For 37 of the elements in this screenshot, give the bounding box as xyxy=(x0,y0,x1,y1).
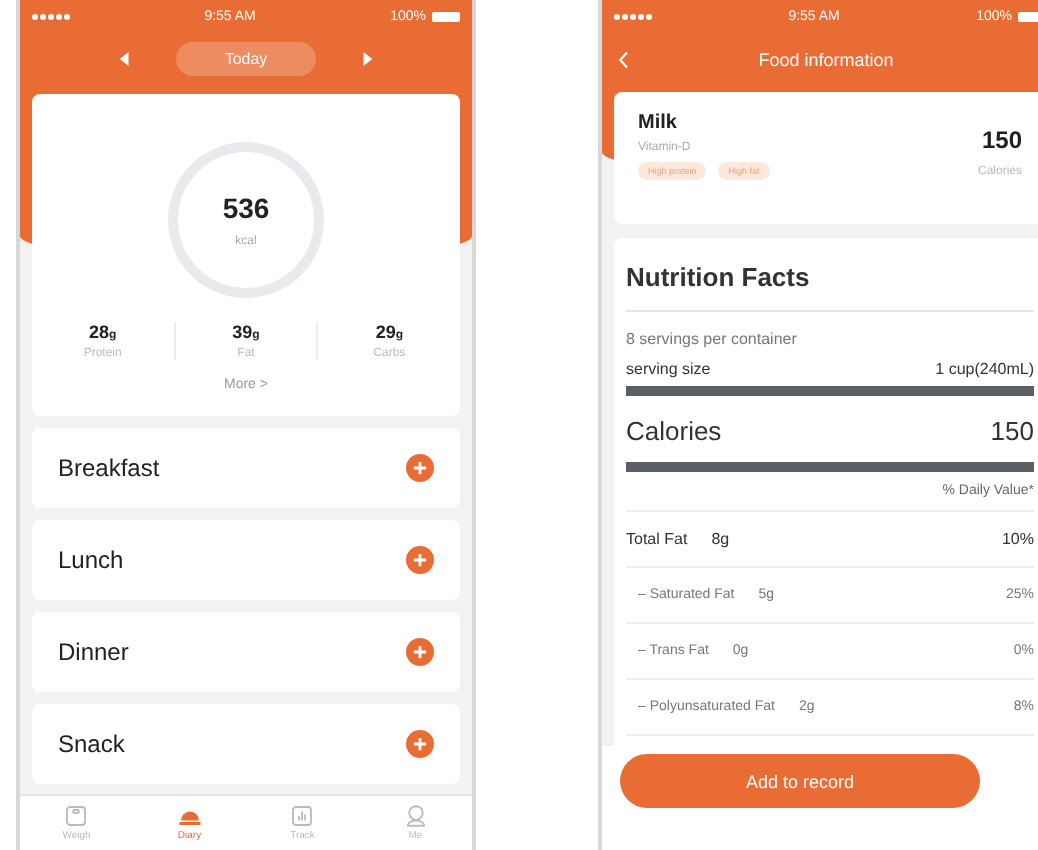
calories-value: 150 xyxy=(990,416,1034,446)
add-to-record-button[interactable]: Add to record xyxy=(620,754,980,808)
date-button[interactable]: Today xyxy=(176,42,316,76)
calories-label: Calories xyxy=(626,416,722,446)
meal-card[interactable]: Snack xyxy=(32,704,460,784)
calorie-count: 536 xyxy=(222,192,270,224)
nutrition-title: Nutrition Facts xyxy=(626,262,812,292)
meal-name: Dinner xyxy=(58,638,129,666)
meal-name: Breakfast xyxy=(58,454,160,482)
previous-icon[interactable] xyxy=(118,52,133,66)
add-icon[interactable] xyxy=(406,638,434,666)
meal-name: Lunch xyxy=(58,546,124,574)
scale-icon xyxy=(64,804,89,828)
serving-value: 1 cup(240mL) xyxy=(935,360,1034,378)
meal-name: Snack xyxy=(58,730,125,758)
person-icon xyxy=(403,804,428,828)
servings-text: 8 servings per container xyxy=(626,330,799,348)
back-icon[interactable] xyxy=(618,50,630,70)
chart-icon xyxy=(290,804,315,828)
calorie-count: 150 xyxy=(981,126,1022,154)
nutrient-name: Total Fat xyxy=(626,530,688,548)
battery-icon xyxy=(1018,12,1038,22)
nutrient-amount: 8g xyxy=(711,530,730,548)
screen-title: Food information xyxy=(756,50,896,70)
meal-card[interactable]: Lunch xyxy=(32,520,460,600)
add-icon[interactable] xyxy=(406,730,434,758)
nutrient-percent: 10% xyxy=(1001,530,1034,548)
meal-card[interactable]: Dinner xyxy=(32,612,460,692)
meal-card[interactable]: Breakfast xyxy=(32,428,460,508)
signal-icon xyxy=(32,14,70,20)
add-icon[interactable] xyxy=(406,546,434,574)
add-icon[interactable] xyxy=(406,454,434,482)
food-name: Milk xyxy=(638,112,679,134)
battery-icon xyxy=(432,12,460,22)
signal-icon xyxy=(614,14,652,20)
next-icon[interactable] xyxy=(359,52,374,66)
serving-label: serving size xyxy=(626,360,711,378)
